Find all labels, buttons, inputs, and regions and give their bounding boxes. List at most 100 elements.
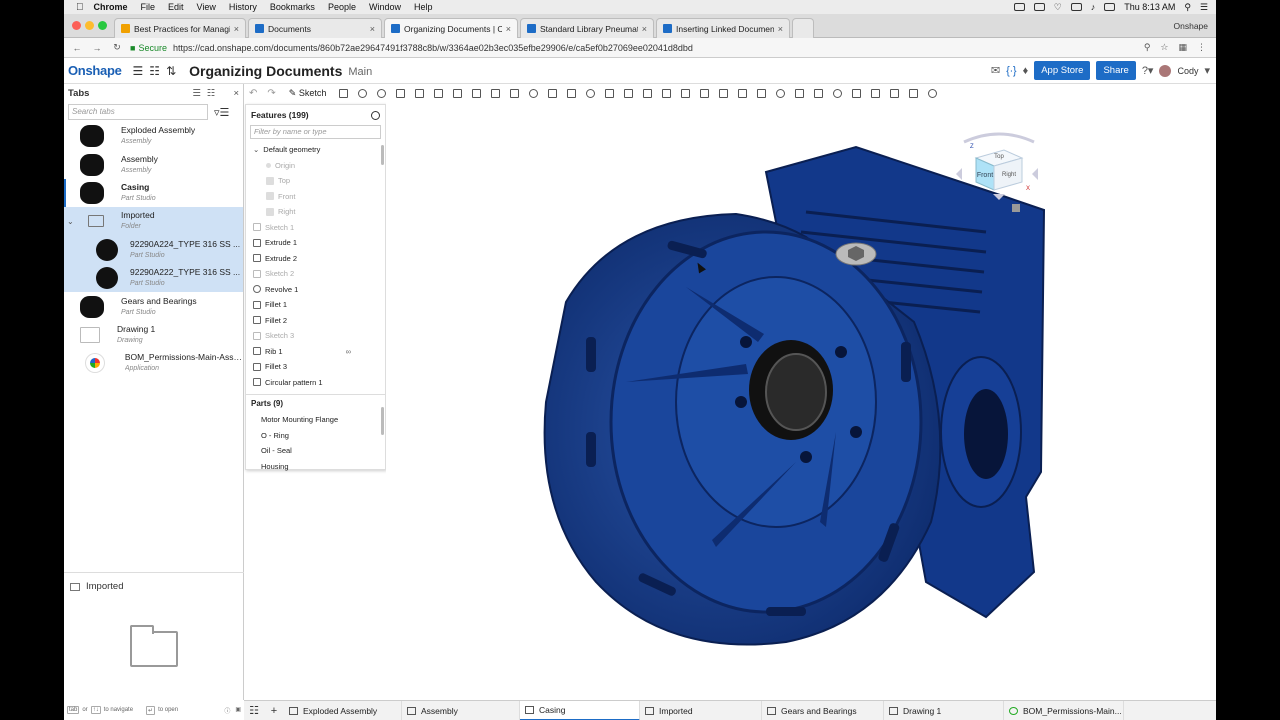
- variable-icon[interactable]: [852, 88, 862, 98]
- chevron-down-icon[interactable]: ⌄: [67, 217, 74, 226]
- user-name[interactable]: Cody: [1177, 66, 1198, 76]
- feature-extrude-1[interactable]: Extrude 1: [246, 235, 385, 251]
- draft-icon[interactable]: [472, 88, 482, 98]
- close-panel-icon[interactable]: ×: [233, 88, 239, 99]
- tab-assembly[interactable]: Assembly: [402, 700, 520, 720]
- feature-rib-1[interactable]: Rib 1 ∞: [246, 344, 385, 360]
- feature-revolve-1[interactable]: Revolve 1: [246, 282, 385, 298]
- minimize-window-icon[interactable]: [85, 21, 94, 30]
- measure-icon[interactable]: [833, 88, 843, 98]
- tab-gears-and-bearings[interactable]: Gears and Bearings: [762, 700, 884, 720]
- avatar[interactable]: [1159, 64, 1172, 77]
- back-icon[interactable]: ←: [70, 43, 84, 53]
- menu-view[interactable]: View: [197, 2, 216, 12]
- tab-item-bom-application[interactable]: BOM_Permissions-Main-Asse... Application: [64, 349, 243, 377]
- volume-icon[interactable]: ♪: [1091, 2, 1096, 12]
- browser-tab-2[interactable]: Documents ×: [248, 18, 382, 38]
- app-store-button[interactable]: App Store: [1034, 61, 1091, 80]
- tab-item-92290a224[interactable]: 92290A224_TYPE 316 SS ... Part Studio: [64, 235, 243, 264]
- view-settings-icon[interactable]: [928, 88, 938, 98]
- view-options-icon[interactable]: [1012, 204, 1020, 212]
- graphics-viewport[interactable]: [386, 102, 1216, 700]
- close-window-icon[interactable]: [72, 21, 81, 30]
- menu-icon[interactable]: ☰: [133, 64, 144, 78]
- menu-window[interactable]: Window: [369, 2, 401, 12]
- modify-fillet-icon[interactable]: [662, 88, 672, 98]
- plane-icon[interactable]: [738, 88, 748, 98]
- menu-people[interactable]: People: [328, 2, 356, 12]
- thumbnail-view-icon[interactable]: ☷: [207, 88, 216, 99]
- tab-casing[interactable]: Casing: [520, 700, 640, 720]
- url-field[interactable]: https://cad.onshape.com/documents/860b72…: [173, 43, 693, 53]
- clock[interactable]: Thu 8:13 AM: [1124, 2, 1175, 12]
- rib-icon[interactable]: [491, 88, 501, 98]
- cube-rotate-arc-icon[interactable]: [963, 132, 1035, 144]
- move-face-icon[interactable]: [681, 88, 691, 98]
- casing-model[interactable]: [386, 102, 1216, 700]
- sheet-metal-icon[interactable]: [795, 88, 805, 98]
- tabs-manager-icon[interactable]: ☷: [244, 704, 264, 717]
- menu-edit[interactable]: Edit: [168, 2, 184, 12]
- tab-item-exploded-assembly[interactable]: Exploded Assembly Assembly: [64, 122, 243, 150]
- menu-bookmarks[interactable]: Bookmarks: [270, 2, 315, 12]
- feature-fillet-2[interactable]: Fillet 2: [246, 313, 385, 329]
- shell-icon[interactable]: [510, 88, 520, 98]
- tabs-manager-icon[interactable]: ☷: [149, 64, 160, 78]
- airplay-icon[interactable]: [1070, 3, 1082, 11]
- extrude-icon[interactable]: [339, 88, 349, 98]
- delete-part-icon[interactable]: [643, 88, 653, 98]
- feature-filter-input[interactable]: Filter by name or type: [250, 125, 381, 139]
- frame-icon[interactable]: [814, 88, 824, 98]
- close-tab-icon[interactable]: ×: [506, 24, 511, 34]
- tab-item-92290a222[interactable]: 92290A222_TYPE 316 SS ... Part Studio: [64, 263, 243, 293]
- mate-connector-icon[interactable]: [757, 88, 767, 98]
- tab-item-imported-folder[interactable]: ⌄ Imported Folder: [64, 207, 243, 236]
- cube-arrow-left-icon[interactable]: [956, 168, 962, 180]
- revolve-icon[interactable]: [358, 88, 368, 98]
- view-cube[interactable]: Top Front Right Z X: [954, 128, 1044, 218]
- browser-profile[interactable]: Onshape: [1174, 21, 1209, 31]
- tabs-search-input[interactable]: Search tabs: [68, 104, 208, 120]
- rollback-timer-icon[interactable]: [371, 110, 380, 120]
- loft-icon[interactable]: [396, 88, 406, 98]
- cube-arrow-right-icon[interactable]: [1032, 168, 1038, 180]
- feature-fillet-3[interactable]: Fillet 3: [246, 359, 385, 375]
- replace-face-icon[interactable]: [700, 88, 710, 98]
- tab-icon[interactable]: [890, 88, 900, 98]
- part-item[interactable]: Oil - Seal: [246, 443, 385, 459]
- close-tab-icon[interactable]: ×: [370, 24, 375, 34]
- bookmark-star-icon[interactable]: ☆: [1160, 42, 1168, 53]
- battery-icon[interactable]: [1104, 3, 1116, 11]
- feature-sketch-1[interactable]: Sketch 1: [246, 220, 385, 236]
- transform-icon[interactable]: [624, 88, 634, 98]
- hole-icon[interactable]: [529, 88, 539, 98]
- link-icon[interactable]: ∞: [346, 347, 351, 356]
- browser-tab-1[interactable]: Best Practices for Managing D ×: [114, 18, 246, 38]
- tab-item-casing[interactable]: Casing Part Studio: [64, 178, 243, 208]
- part-item[interactable]: O - Ring: [246, 428, 385, 444]
- default-geometry-group[interactable]: ⌄ Default geometry: [246, 142, 385, 158]
- helix-icon[interactable]: [776, 88, 786, 98]
- chrome-menu-icon[interactable]: ⋮: [1197, 42, 1206, 53]
- more-tools-icon[interactable]: [909, 88, 919, 98]
- feature-sketch-3[interactable]: Sketch 3: [246, 328, 385, 344]
- browser-tab-5[interactable]: Inserting Linked Documents | ×: [656, 18, 790, 38]
- spotlight-icon[interactable]: ⚲: [1184, 2, 1191, 13]
- menu-help[interactable]: Help: [414, 2, 433, 12]
- tab-bom-application[interactable]: BOM_Permissions-Main...: [1004, 700, 1124, 720]
- chamfer-icon[interactable]: [453, 88, 463, 98]
- menu-chrome[interactable]: Chrome: [94, 2, 128, 12]
- undo-icon[interactable]: ↶: [249, 88, 257, 99]
- feature-patterns-icon[interactable]: [871, 88, 881, 98]
- share-button[interactable]: Share: [1096, 61, 1136, 80]
- zoom-window-icon[interactable]: [98, 21, 107, 30]
- feature-extrude-2[interactable]: Extrude 2: [246, 251, 385, 267]
- featurescript-icon[interactable]: {∙}: [1006, 65, 1016, 77]
- reload-icon[interactable]: ↻: [110, 42, 124, 53]
- camera-icon[interactable]: [1013, 3, 1025, 11]
- boolean-icon[interactable]: [586, 88, 596, 98]
- feature-origin[interactable]: Origin: [246, 158, 385, 174]
- sweep-icon[interactable]: [377, 88, 387, 98]
- tab-item-gears-and-bearings[interactable]: Gears and Bearings Part Studio: [64, 292, 243, 320]
- parts-list-scrollbar[interactable]: [381, 407, 384, 435]
